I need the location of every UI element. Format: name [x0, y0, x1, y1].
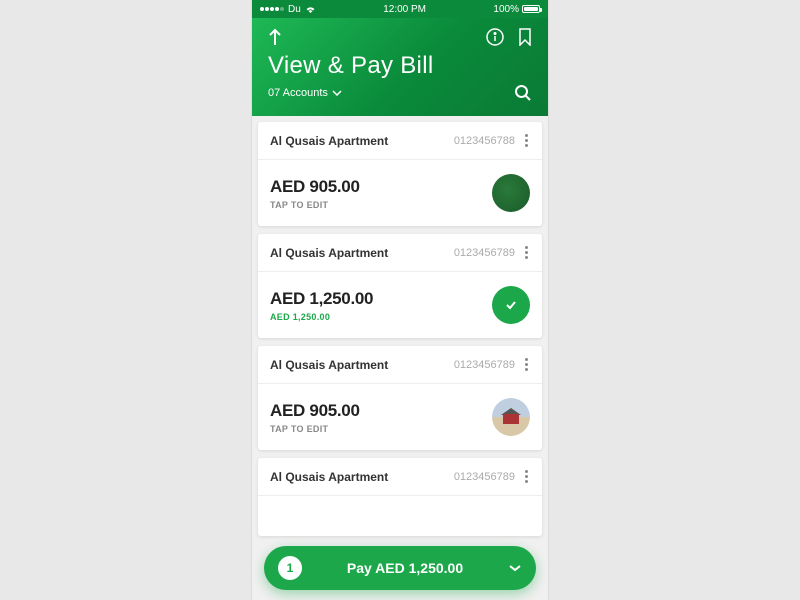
info-icon[interactable]	[486, 28, 504, 46]
battery-label: 100%	[493, 4, 519, 15]
clock-label: 12:00 PM	[383, 4, 426, 15]
account-id: 0123456789	[454, 247, 515, 259]
chevron-down-icon[interactable]	[508, 564, 522, 572]
account-list: Al Qusais Apartment 0123456788 AED 905.0…	[252, 116, 548, 550]
account-id: 0123456788	[454, 135, 515, 147]
carrier-label: Du	[288, 4, 301, 15]
pay-button-label: Pay AED 1,250.00	[302, 560, 508, 576]
account-thumbnail	[492, 174, 530, 212]
wifi-icon	[305, 5, 316, 13]
status-right: 100%	[493, 4, 540, 15]
accounts-dropdown[interactable]: 07 Accounts	[268, 87, 342, 99]
accounts-count-label: 07 Accounts	[268, 87, 328, 99]
selected-amount-label: AED 1,250.00	[270, 312, 373, 322]
more-icon[interactable]	[523, 468, 530, 485]
account-card[interactable]: Al Qusais Apartment 0123456788 AED 905.0…	[258, 122, 542, 226]
signal-dots-icon	[260, 7, 284, 11]
account-amount: AED 905.00	[270, 177, 360, 197]
account-id: 0123456789	[454, 359, 515, 371]
more-icon[interactable]	[523, 132, 530, 149]
page-header: View & Pay Bill 07 Accounts	[252, 18, 548, 116]
back-icon[interactable]	[268, 28, 282, 46]
account-name: Al Qusais Apartment	[270, 246, 388, 260]
status-bar: Du 12:00 PM 100%	[252, 0, 548, 18]
page-title: View & Pay Bill	[268, 52, 532, 80]
account-thumbnail	[492, 398, 530, 436]
phone-frame: Du 12:00 PM 100% View & Pay Bill	[252, 0, 548, 600]
account-card[interactable]: Al Qusais Apartment 0123456789 AED 1,250…	[258, 234, 542, 338]
account-name: Al Qusais Apartment	[270, 358, 388, 372]
account-id: 0123456789	[454, 471, 515, 483]
bookmark-icon[interactable]	[518, 28, 532, 46]
more-icon[interactable]	[523, 244, 530, 261]
account-amount: AED 1,250.00	[270, 289, 373, 309]
tap-to-edit-label[interactable]: TAP TO EDIT	[270, 424, 360, 434]
selection-count-badge: 1	[278, 556, 302, 580]
pay-button[interactable]: 1 Pay AED 1,250.00	[264, 546, 536, 590]
account-amount: AED 905.00	[270, 401, 360, 421]
battery-icon	[522, 5, 540, 13]
account-name: Al Qusais Apartment	[270, 470, 388, 484]
selected-check-icon[interactable]	[492, 286, 530, 324]
account-card[interactable]: Al Qusais Apartment 0123456789 AED 905.0…	[258, 346, 542, 450]
more-icon[interactable]	[523, 356, 530, 373]
tap-to-edit-label[interactable]: TAP TO EDIT	[270, 200, 360, 210]
account-name: Al Qusais Apartment	[270, 134, 388, 148]
chevron-down-icon	[332, 90, 342, 96]
account-card[interactable]: Al Qusais Apartment 0123456789	[258, 458, 542, 536]
search-icon[interactable]	[514, 84, 532, 102]
status-left: Du	[260, 4, 316, 15]
